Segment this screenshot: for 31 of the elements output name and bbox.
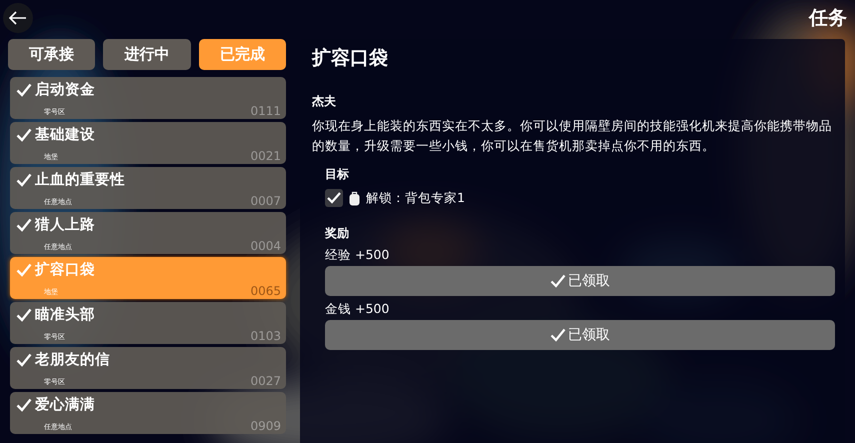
tab[interactable]: 可承接: [8, 39, 96, 70]
quest-title: 止血的重要性: [35, 170, 125, 189]
reward-label: 金钱 +500: [325, 301, 390, 318]
rewards-heading: 奖励: [325, 225, 349, 242]
claimed-button[interactable]: 已领取: [325, 266, 835, 296]
quest-code: 0027: [250, 375, 281, 387]
quest-code: 0065: [250, 285, 281, 297]
quest-code: 0103: [250, 330, 281, 342]
quest-title: 老朋友的信: [35, 350, 110, 369]
quest-title: 瞄准头部: [35, 306, 95, 324]
quest-title: 扩容口袋: [35, 260, 95, 279]
quest-description: 你现在身上能装的东西实在不太多。你可以使用隔壁房间的技能强化机来提高你能携带物品的数量，升级需要一些小钱，你可以在售货机那卖掉点你不用的东西。: [312, 117, 833, 155]
quest-title: 基础建设: [35, 126, 95, 144]
quest-code: 0007: [250, 195, 281, 207]
claimed-button[interactable]: 已领取: [325, 320, 835, 350]
quest-title: 启动资金: [35, 80, 95, 99]
quest-giver: 杰夫: [312, 93, 336, 110]
quest-detail-title: 扩容口袋: [312, 46, 388, 71]
objective-text: 解锁：背包专家1: [366, 190, 465, 206]
quest-title: 猎人上路: [35, 216, 95, 234]
backpack-icon: [349, 190, 360, 206]
quest-code: 0021: [250, 150, 281, 162]
objectives-heading: 目标: [325, 166, 349, 183]
quest-code: 0004: [250, 240, 281, 252]
page-title: 任务: [809, 6, 847, 31]
back-arrow-icon: [9, 11, 27, 25]
quest-code: 0111: [250, 105, 281, 117]
quest-code: 0909: [250, 420, 281, 432]
quest-title: 爱心满满: [35, 395, 95, 414]
tab[interactable]: 进行中: [103, 39, 191, 70]
reward-label: 经验 +500: [325, 247, 390, 264]
